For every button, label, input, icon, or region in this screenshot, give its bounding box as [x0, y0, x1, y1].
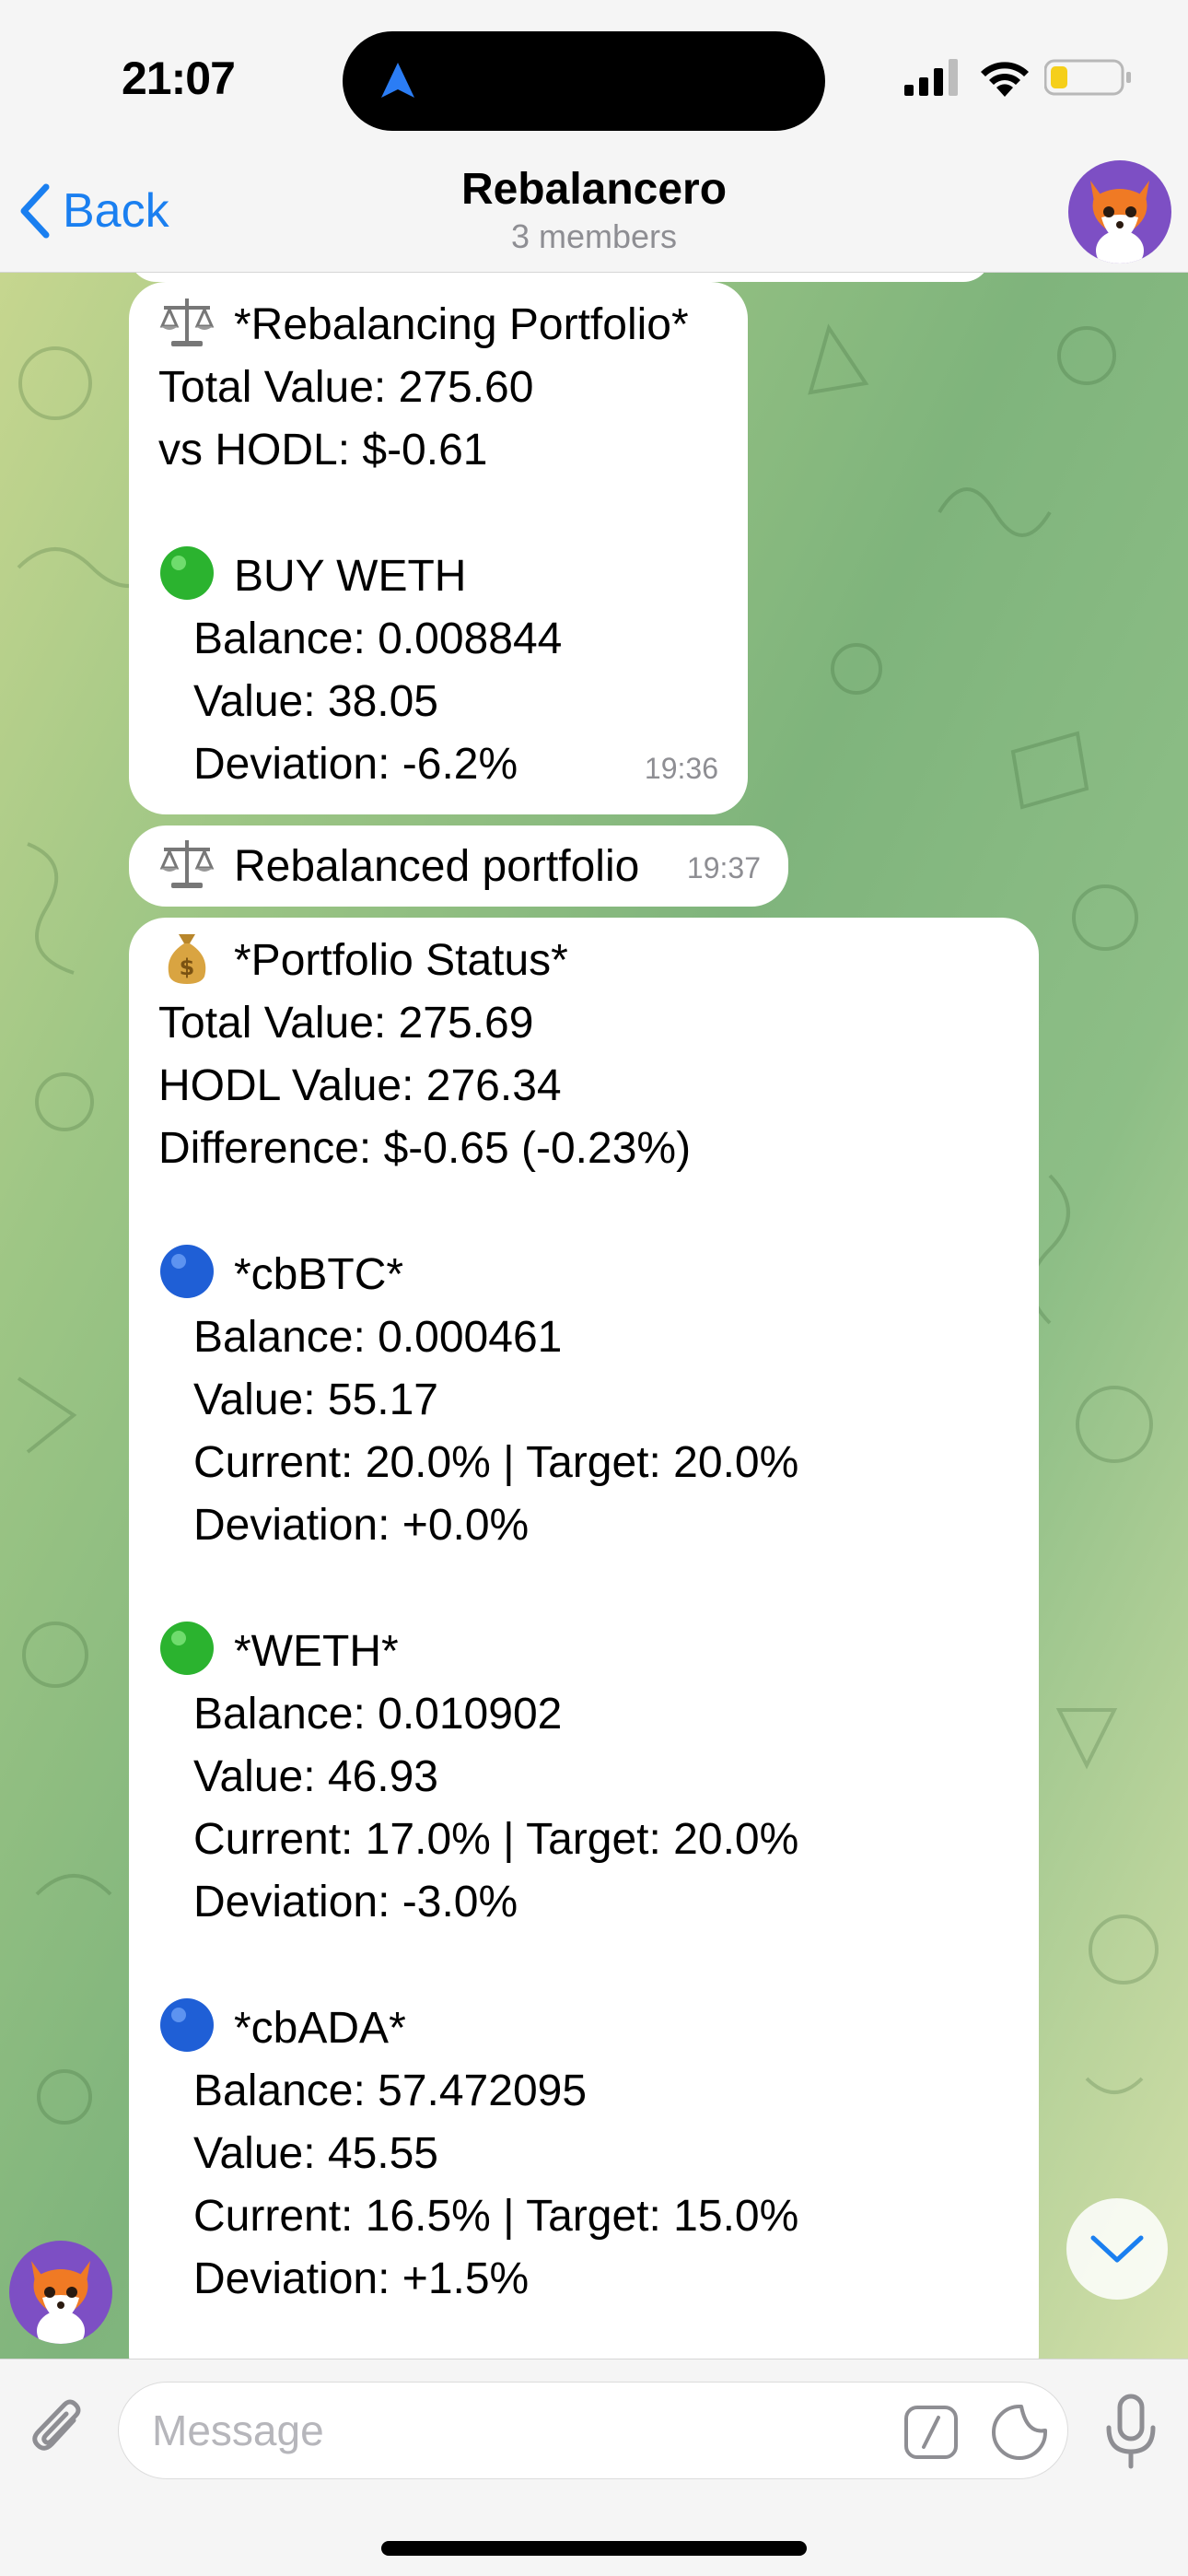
- message-line: vs HODL: $-0.61: [158, 426, 488, 474]
- scroll-to-bottom-button[interactable]: [1066, 2198, 1168, 2300]
- status-bar: 21:07: [0, 0, 1188, 157]
- message-line: Deviation: +0.0%: [193, 1501, 530, 1550]
- balance-scale-icon: [159, 299, 215, 346]
- message-bubble-portfolio-status[interactable]: $ *Portfolio Status* Total Value: 275.69 …: [129, 918, 1039, 2359]
- message-input[interactable]: [152, 2383, 889, 2478]
- message-line: Current: 17.0% | Target: 20.0%: [193, 1815, 799, 1864]
- bot-command-icon[interactable]: [903, 2405, 959, 2460]
- message-line: *WETH*: [158, 1620, 1009, 1683]
- sender-avatar[interactable]: [9, 2241, 112, 2344]
- chat-area[interactable]: *Rebalancing Portfolio* Total Value: 275…: [0, 273, 1188, 2359]
- battery-low-icon: [1044, 59, 1131, 96]
- message-line: Rebalanced portfolio: [158, 835, 759, 898]
- status-icons: [904, 57, 1133, 98]
- blue-circle-icon: [160, 1245, 214, 1298]
- chat-subtitle[interactable]: 3 members: [0, 217, 1188, 256]
- message-line: Deviation: -6.2%: [193, 740, 518, 789]
- money-bag-icon: $: [168, 934, 206, 984]
- svg-text:$: $: [180, 954, 195, 980]
- microphone-icon[interactable]: [1098, 2393, 1164, 2470]
- dynamic-island: [343, 31, 825, 131]
- green-circle-icon: [160, 546, 214, 600]
- location-arrow-icon: [381, 63, 414, 98]
- message-line: Value: 46.93: [193, 1752, 438, 1801]
- message-text: *cbBTC*: [234, 1250, 404, 1299]
- balance-scale-icon: [159, 840, 215, 888]
- message-time: 19:36: [644, 752, 718, 785]
- cellular-signal-icon: [904, 59, 958, 96]
- chat-avatar[interactable]: [1068, 160, 1171, 263]
- message-line: Balance: 0.008844: [193, 615, 563, 663]
- message-line: Balance: 57.472095: [193, 2067, 588, 2115]
- message-text: *Rebalancing Portfolio*: [234, 300, 689, 349]
- message-line: Value: 55.17: [193, 1376, 438, 1424]
- sticker-icon[interactable]: [990, 2403, 1049, 2462]
- message-text: *WETH*: [234, 1627, 399, 1676]
- message-line: $ *Portfolio Status*: [158, 929, 1009, 992]
- message-time: 19:37: [686, 851, 761, 884]
- message-line: Balance: 0.000461: [193, 1313, 563, 1362]
- message-line: Current: 20.0% | Target: 20.0%: [193, 1438, 799, 1487]
- green-circle-icon: [160, 1622, 214, 1675]
- message-bubble-rebalancing[interactable]: *Rebalancing Portfolio* Total Value: 275…: [129, 282, 748, 814]
- message-line: BUY WETH: [158, 544, 718, 608]
- message-line: Deviation: -3.0%: [193, 1878, 518, 1926]
- message-line: *Rebalancing Portfolio*: [158, 293, 718, 357]
- previous-message-edge: [129, 273, 991, 282]
- message-line: Current: 16.5% | Target: 15.0%: [193, 2192, 799, 2241]
- message-line: Value: 45.55: [193, 2129, 438, 2178]
- message-line: *cbADA*: [158, 1996, 1009, 2060]
- message-line: Total Value: 275.69: [158, 999, 534, 1048]
- blue-circle-icon: [160, 1998, 214, 2052]
- message-line: Difference: $-0.65 (-0.23%): [158, 1124, 692, 1173]
- fox-icon: [1090, 181, 1149, 263]
- fox-icon: [31, 2261, 90, 2344]
- message-line: Value: 38.05: [193, 677, 438, 726]
- message-line: *cbBTC*: [158, 1243, 1009, 1306]
- wifi-icon: [981, 62, 1029, 97]
- message-line: Balance: 0.010902: [193, 1690, 563, 1739]
- message-bubble-rebalanced[interactable]: Rebalanced portfolio 19:37: [129, 825, 788, 907]
- chevron-down-icon: [1090, 2235, 1144, 2263]
- status-time: 21:07: [122, 53, 236, 104]
- message-text: Rebalanced portfolio: [234, 842, 640, 891]
- message-line: Total Value: 275.60: [158, 363, 534, 412]
- message-line: Deviation: +1.5%: [193, 2254, 530, 2303]
- message-text: *Portfolio Status*: [234, 936, 568, 985]
- chat-title: Rebalancero: [460, 165, 728, 214]
- home-indicator[interactable]: [381, 2541, 807, 2556]
- nav-bar: Back Rebalancero 3 members: [0, 157, 1188, 273]
- paperclip-icon[interactable]: [26, 2393, 92, 2466]
- message-field[interactable]: [118, 2382, 1068, 2479]
- message-text: BUY WETH: [234, 552, 467, 601]
- message-text: *cbADA*: [234, 2004, 406, 2053]
- message-line: HODL Value: 276.34: [158, 1061, 562, 1110]
